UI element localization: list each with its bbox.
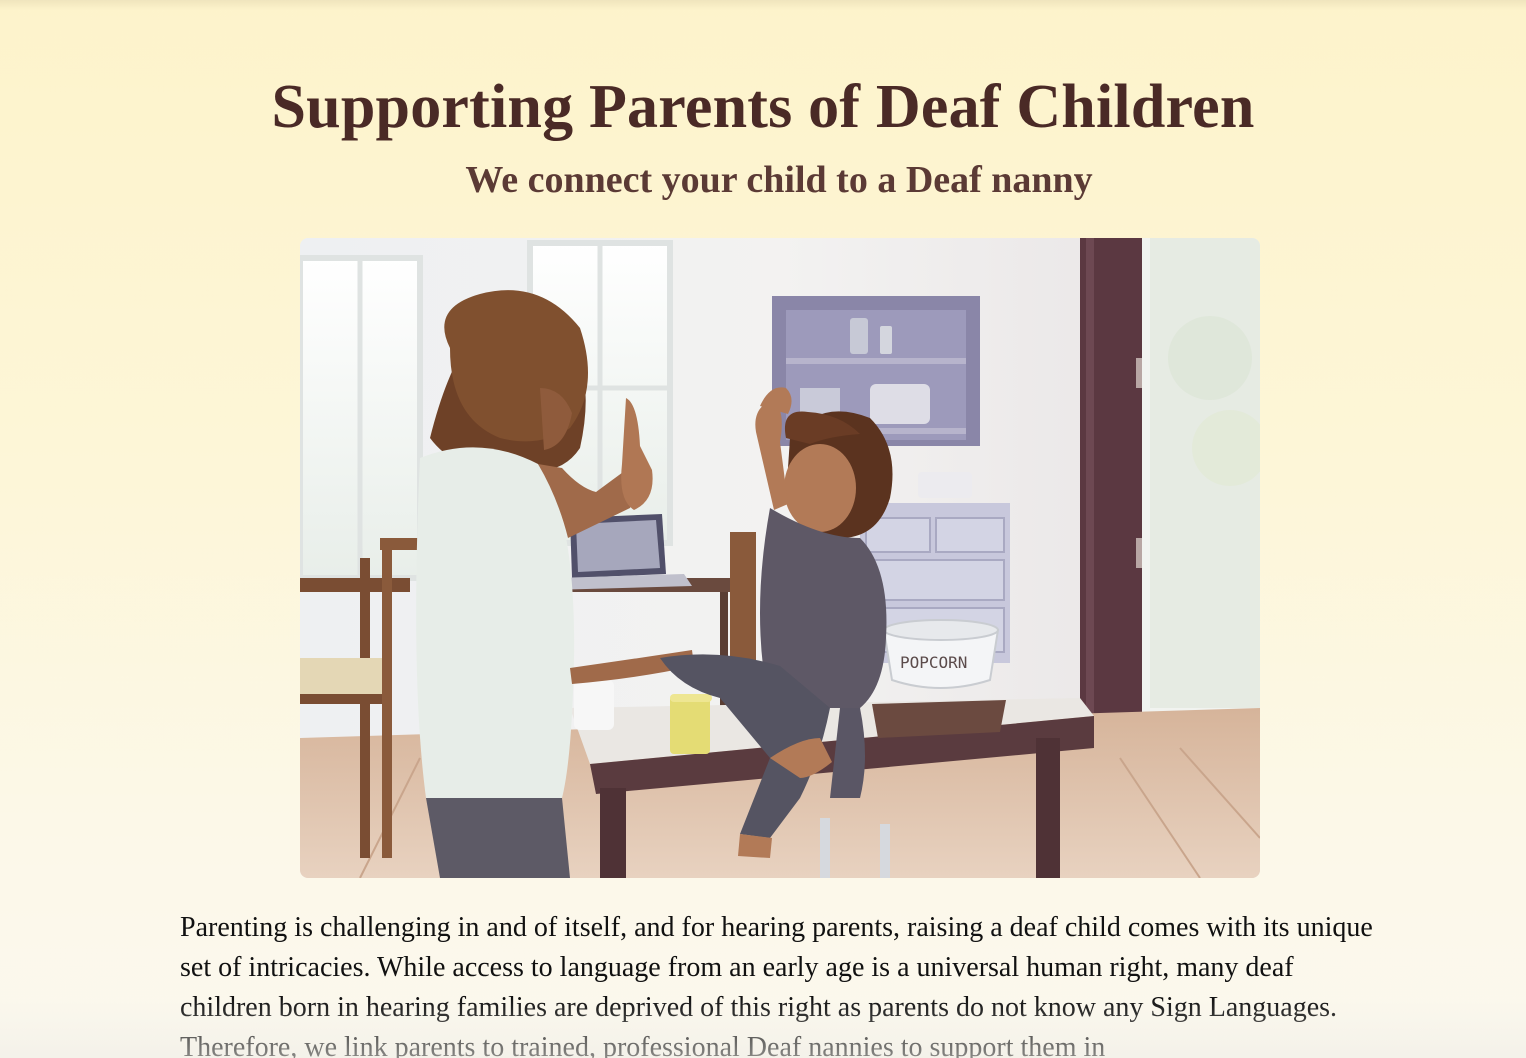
top-shadow (0, 0, 1526, 10)
page-title: Supporting Parents of Deaf Children (271, 73, 1255, 141)
hero-image: POPCORN (300, 238, 1260, 878)
popcorn-label: POPCORN (900, 653, 967, 672)
page-subtitle: We connect your child to a Deaf nanny (465, 159, 1093, 201)
intro-paragraph: Parenting is challenging in and of itsel… (180, 912, 1373, 1058)
